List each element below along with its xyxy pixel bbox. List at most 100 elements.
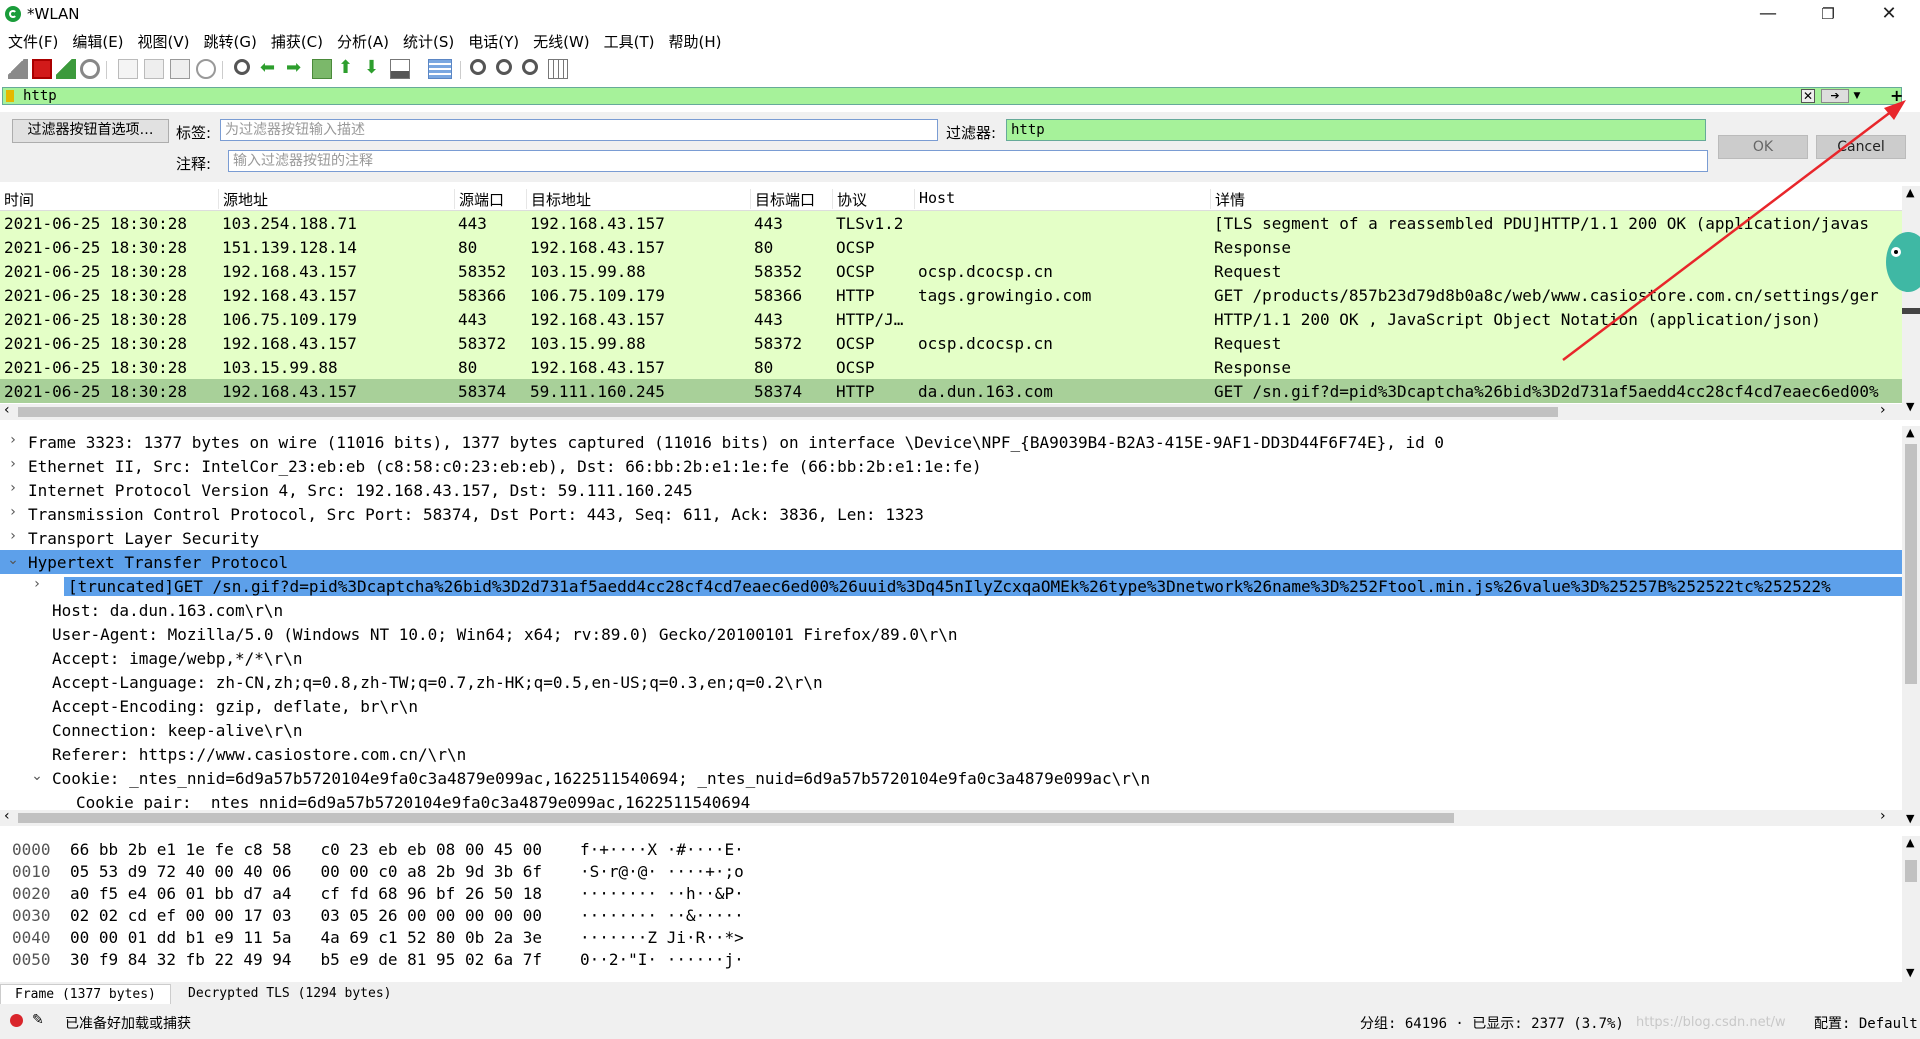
chevron-down-icon[interactable]: ▼ (1851, 89, 1863, 103)
tree-item[interactable]: Cookie pair: _ntes_nnid=6d9a57b5720104e9… (0, 790, 1902, 812)
tree-item[interactable]: ⌄ Cookie: _ntes_nnid=6d9a57b5720104e9fa0c… (0, 766, 1902, 790)
tree-item[interactable]: ⌄ Hypertext Transfer Protocol (0, 550, 1902, 574)
bytes-vscrollbar[interactable]: ▲ ▼ (1902, 836, 1920, 982)
menu-file[interactable]: 文件(F) (0, 31, 64, 53)
shark-fin-start-icon[interactable] (8, 59, 28, 79)
ok-button[interactable]: OK (1718, 135, 1808, 159)
filter-expression-input[interactable]: http (1006, 119, 1706, 141)
packet-list[interactable]: 时间 源地址 源端口 目标地址 目标端口 协议 Host 详情 2021-06-… (0, 186, 1902, 420)
go-first-packet-icon[interactable]: ⬆ (338, 59, 358, 79)
find-packet-icon[interactable] (234, 59, 250, 75)
menu-tools[interactable]: 工具(T) (596, 31, 661, 53)
capture-options-icon[interactable] (80, 59, 100, 79)
packet-bytes-pane[interactable]: 0000 66 bb 2b e1 1e fe c8 58 c0 23 eb eb … (0, 836, 1902, 982)
go-back-icon[interactable]: ⬅ (260, 59, 280, 79)
chevron-down-icon[interactable]: ⌄ (6, 552, 20, 568)
tree-item[interactable]: Host: da.dun.163.com\r\n (0, 598, 1902, 622)
chevron-right-icon[interactable]: › (6, 504, 20, 520)
hex-row[interactable]: 0000 66 bb 2b e1 1e fe c8 58 c0 23 eb eb … (0, 840, 900, 862)
table-row[interactable]: 2021-06-25 18:30:28 192.168.43.157 58372 10… (0, 331, 1902, 355)
table-row[interactable]: 2021-06-25 18:30:28 192.168.43.157 58374 59… (0, 379, 1902, 403)
details-hscrollbar[interactable]: ‹ › (0, 808, 1902, 826)
zoom-in-icon[interactable] (470, 59, 486, 75)
open-file-icon[interactable] (118, 59, 138, 79)
bookmark-icon[interactable] (6, 90, 14, 102)
packet-details-tree[interactable]: › Frame 3323: 1377 bytes on wire (11016 b… (0, 426, 1902, 812)
tab-decrypted-tls[interactable]: Decrypted TLS (1294 bytes) (174, 984, 406, 1004)
hex-row[interactable]: 0040 00 00 01 dd b1 e9 11 5a 4a 69 c1 52 … (0, 928, 900, 950)
menu-help[interactable]: 帮助(H) (661, 31, 728, 53)
restart-capture-icon[interactable] (56, 59, 76, 79)
chevron-down-icon[interactable]: ⌄ (30, 768, 44, 784)
auto-scroll-icon[interactable] (390, 59, 410, 79)
tab-frame-bytes[interactable]: Frame (1377 bytes) (0, 984, 171, 1005)
tree-item[interactable]: Referer: https://www.casiostore.com.cn/\… (0, 742, 1902, 766)
tree-item[interactable]: Connection: keep-alive\r\n (0, 718, 1902, 742)
close-file-icon[interactable] (170, 59, 190, 79)
col-info[interactable]: 详情 (1210, 189, 1245, 209)
hex-row[interactable]: 0050 30 f9 84 32 fb 22 49 94 b5 e9 de 81 … (0, 950, 900, 972)
details-vscrollbar[interactable]: ▲ ▼ (1902, 426, 1920, 826)
display-filter-bar[interactable]: http ✕ ➔ ▼ (2, 87, 1902, 105)
table-row[interactable]: 2021-06-25 18:30:28 106.75.109.179 443 192.… (0, 307, 1902, 331)
col-dst[interactable]: 目标地址 (526, 189, 591, 209)
col-dstport[interactable]: 目标端口 (750, 189, 815, 209)
apply-filter-icon[interactable]: ➔ (1821, 89, 1849, 103)
menu-edit[interactable]: 编辑(E) (64, 31, 129, 53)
display-filter-input[interactable]: http (23, 88, 57, 104)
edit-comment-icon[interactable]: ✎ (32, 1012, 44, 1028)
packet-list-hscrollbar[interactable]: ‹ › (0, 402, 1902, 420)
maximize-button[interactable]: ❐ (1805, 0, 1851, 28)
menu-go[interactable]: 跳转(G) (196, 31, 263, 53)
table-row[interactable]: 2021-06-25 18:30:28 192.168.43.157 58352 10… (0, 259, 1902, 283)
chevron-right-icon[interactable]: › (6, 480, 20, 496)
save-file-icon[interactable] (144, 59, 164, 79)
reload-file-icon[interactable] (196, 59, 216, 79)
normal-size-icon[interactable] (522, 59, 538, 75)
cancel-button[interactable]: Cancel (1816, 135, 1906, 159)
tree-item[interactable]: Accept: image/webp,*/*\r\n (0, 646, 1902, 670)
table-row[interactable]: 2021-06-25 18:30:28 151.139.128.14 80 192.1… (0, 235, 1902, 259)
table-row[interactable]: 2021-06-25 18:30:28 192.168.43.157 58366 10… (0, 283, 1902, 307)
stop-capture-icon[interactable] (32, 59, 52, 79)
chevron-right-icon[interactable]: › (6, 432, 20, 448)
tree-item[interactable]: › [truncated]GET /sn.gif?d=pid%3Dcaptcha%… (0, 574, 1902, 598)
tree-item[interactable]: › Ethernet II, Src: IntelCor_23:eb:eb (c8… (0, 454, 1902, 478)
add-filter-button[interactable]: + (1890, 86, 1903, 105)
chevron-right-icon[interactable]: › (6, 528, 20, 544)
tree-item[interactable]: › Transmission Control Protocol, Src Port… (0, 502, 1902, 526)
profile-indicator[interactable]: 配置: Default (1814, 1013, 1918, 1033)
go-last-packet-icon[interactable]: ⬇ (364, 59, 384, 79)
table-row[interactable]: 2021-06-25 18:30:28 103.15.99.88 80 192.168… (0, 355, 1902, 379)
menu-capture[interactable]: 捕获(C) (263, 31, 329, 53)
colorize-icon[interactable] (428, 59, 452, 79)
menu-wireless[interactable]: 无线(W) (525, 31, 596, 53)
label-input[interactable]: 为过滤器按钮输入描述 (220, 119, 938, 141)
resize-columns-icon[interactable] (548, 59, 568, 79)
zoom-out-icon[interactable] (496, 59, 512, 75)
hex-row[interactable]: 0010 05 53 d9 72 40 00 40 06 00 00 c0 a8 … (0, 862, 900, 884)
chevron-right-icon[interactable]: › (6, 456, 20, 472)
menu-analyze[interactable]: 分析(A) (329, 31, 395, 53)
close-button[interactable]: ✕ (1866, 0, 1912, 28)
tree-item[interactable]: Accept-Language: zh-CN,zh;q=0.8,zh-TW;q=… (0, 670, 1902, 694)
col-src[interactable]: 源地址 (218, 189, 268, 209)
expert-info-icon[interactable] (10, 1014, 23, 1027)
hex-row[interactable]: 0020 a0 f5 e4 06 01 bb d7 a4 cf fd 68 96 … (0, 884, 900, 906)
tree-item[interactable]: User-Agent: Mozilla/5.0 (Windows NT 10.0… (0, 622, 1902, 646)
minimize-button[interactable]: — (1745, 0, 1791, 28)
go-forward-icon[interactable]: ➡ (286, 59, 306, 79)
tree-item[interactable]: › Frame 3323: 1377 bytes on wire (11016 b… (0, 430, 1902, 454)
tree-item[interactable]: › Internet Protocol Version 4, Src: 192.1… (0, 478, 1902, 502)
menu-statistics[interactable]: 统计(S) (395, 31, 460, 53)
menu-view[interactable]: 视图(V) (130, 31, 196, 53)
tree-item[interactable]: Accept-Encoding: gzip, deflate, br\r\n (0, 694, 1902, 718)
tree-item[interactable]: › Transport Layer Security (0, 526, 1902, 550)
comment-input[interactable]: 输入过滤器按钮的注释 (228, 150, 1708, 172)
col-host[interactable]: Host (914, 189, 955, 209)
hex-row[interactable]: 0030 02 02 cd ef 00 00 17 03 03 05 26 00 … (0, 906, 900, 928)
menu-telephony[interactable]: 电话(Y) (460, 31, 525, 53)
col-time[interactable]: 时间 (0, 189, 34, 209)
table-row[interactable]: 2021-06-25 18:30:28 103.254.188.71 443 192.… (0, 211, 1902, 235)
chevron-right-icon[interactable]: › (30, 576, 44, 592)
